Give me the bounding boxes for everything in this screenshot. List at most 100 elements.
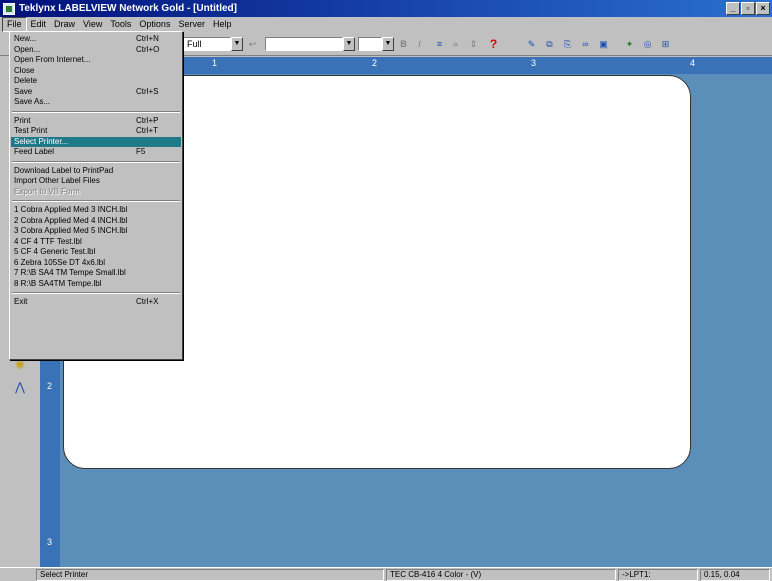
menu-item-shortcut: Ctrl+X xyxy=(136,297,159,306)
menu-separator xyxy=(12,160,180,163)
font-name-dropdown-arrow-icon[interactable]: ▼ xyxy=(343,37,355,51)
file-menu-item[interactable]: Save Ctrl+S xyxy=(11,87,181,98)
vruler-mark-3: 3 xyxy=(47,537,53,547)
pen-icon[interactable]: ✎ xyxy=(524,37,539,51)
file-menu-item[interactable]: Delete xyxy=(11,76,181,87)
help-button[interactable]: ? xyxy=(486,37,501,51)
font-size-field[interactable] xyxy=(358,37,382,51)
italic-button[interactable]: I xyxy=(412,37,427,51)
file-menu-item[interactable]: 5 CF 4 Generic Test.lbl xyxy=(11,247,181,258)
menu-item-label: Delete xyxy=(14,76,38,85)
gear-icon[interactable]: ✦ xyxy=(622,37,637,51)
hruler-mark-4: 4 xyxy=(690,58,696,68)
text-wide-icon[interactable]: » xyxy=(448,37,463,51)
file-menu-item[interactable]: Exit Ctrl+X xyxy=(11,297,181,308)
menu-item-shortcut: Ctrl+O xyxy=(136,44,160,54)
file-menu-item[interactable]: Test Print Ctrl+T xyxy=(11,126,181,137)
menu-item-label: Select Printer... xyxy=(14,136,69,146)
menu-item-label: 3 Cobra Applied Med 5 INCH.lbl xyxy=(14,226,128,235)
menu-item-shortcut: Ctrl+P xyxy=(136,115,159,125)
menu-item-label: Open... xyxy=(14,44,41,54)
menu-item-label: 1 Cobra Applied Med 3 INCH.lbl xyxy=(14,205,128,214)
menu-item-label: Close xyxy=(14,65,35,75)
hruler-mark-1: 1 xyxy=(212,58,218,68)
menu-item-label: Exit xyxy=(14,297,28,306)
menu-item-label: Download Label to PrintPad xyxy=(14,165,114,175)
menu-item-label: Save xyxy=(14,86,33,96)
title-bar[interactable]: Teklynx LABELVIEW Network Gold - [Untitl… xyxy=(0,0,772,17)
window-title: Teklynx LABELVIEW Network Gold - [Untitl… xyxy=(19,3,237,14)
file-menu-item[interactable]: 1 Cobra Applied Med 3 INCH.lbl xyxy=(11,205,181,216)
file-menu-item[interactable]: Open From Internet... xyxy=(11,55,181,66)
hruler-mark-2: 2 xyxy=(372,58,378,68)
status-coordinates: 0.15, 0.04 xyxy=(700,569,770,581)
menu-item-label: 5 CF 4 Generic Test.lbl xyxy=(14,247,96,256)
print-preview-icon[interactable]: ⊞ xyxy=(658,37,673,51)
menu-item-label: 6 Zebra 105Se DT 4x6.lbl xyxy=(14,257,106,267)
status-printer: TEC CB-416 4 Color - (V) xyxy=(386,569,616,581)
align-left-icon[interactable]: ≡ xyxy=(432,37,447,51)
text-tall-icon[interactable]: ⇕ xyxy=(466,37,481,51)
file-menu-item[interactable]: 7 R:\B SA4 TM Tempe Small.lbl xyxy=(11,268,181,279)
font-size-dropdown-arrow-icon[interactable]: ▼ xyxy=(382,37,394,51)
bold-button[interactable]: B xyxy=(396,37,411,51)
undo-icon[interactable]: ↩ xyxy=(245,37,260,51)
menu-options[interactable]: Options xyxy=(135,17,174,32)
file-menu-item[interactable]: 2 Cobra Applied Med 4 INCH.lbl xyxy=(11,216,181,227)
menu-separator xyxy=(12,110,180,113)
link-icon[interactable]: ∞ xyxy=(578,37,593,51)
app-icon[interactable] xyxy=(3,2,15,15)
menu-item-shortcut: Ctrl+N xyxy=(136,34,159,43)
menu-item-label: Feed Label xyxy=(14,147,55,156)
menu-item-label: 7 R:\B SA4 TM Tempe Small.lbl xyxy=(14,268,126,277)
minimize-button[interactable]: _ xyxy=(726,2,740,15)
menu-item-label: Print xyxy=(14,115,31,125)
status-port: ->LPT1: xyxy=(618,569,698,581)
menu-edit[interactable]: Edit xyxy=(27,17,51,32)
menu-help[interactable]: Help xyxy=(209,17,236,32)
menu-draw[interactable]: Draw xyxy=(50,17,79,32)
file-menu-item[interactable]: 4 CF 4 TTF Test.lbl xyxy=(11,237,181,248)
menu-separator xyxy=(12,200,180,202)
file-menu-item[interactable]: Feed Label F5 xyxy=(11,147,181,158)
file-menu-item[interactable]: Import Other Label Files xyxy=(11,176,181,187)
file-menu-item[interactable]: 3 Cobra Applied Med 5 INCH.lbl xyxy=(11,226,181,237)
menu-item-label: New... xyxy=(14,34,37,43)
menu-server[interactable]: Server xyxy=(174,17,209,32)
menu-item-shortcut: Ctrl+S xyxy=(136,86,159,96)
file-menu-item[interactable]: Select Printer... xyxy=(11,136,181,147)
copy-icon[interactable]: ⧉ xyxy=(542,37,557,51)
file-menu-item[interactable]: New... Ctrl+N xyxy=(11,34,181,45)
menu-item-shortcut: F5 xyxy=(136,147,146,156)
menu-tools[interactable]: Tools xyxy=(106,17,135,32)
menu-view[interactable]: View xyxy=(79,17,106,32)
file-menu-item: Export to VB Form xyxy=(11,187,181,198)
menu-item-label: Save As... xyxy=(14,97,51,106)
file-menu-item[interactable]: Save As... xyxy=(11,97,181,108)
hruler-mark-3: 3 xyxy=(531,58,537,68)
menu-item-label: Test Print xyxy=(14,126,48,135)
menu-file[interactable]: File xyxy=(2,17,27,32)
status-bar: Select Printer TEC CB-416 4 Color - (V) … xyxy=(0,567,772,581)
paste-icon[interactable]: ⎘ xyxy=(560,37,575,51)
file-menu-item[interactable]: Close xyxy=(11,66,181,77)
menu-item-label: Export to VB Form xyxy=(14,186,80,196)
font-name-field[interactable] xyxy=(265,37,343,51)
database-icon[interactable]: ◎ xyxy=(640,37,655,51)
file-menu-dropdown: New... Ctrl+N Open... Ctrl+O Open From Inter… xyxy=(9,31,183,360)
menu-bar: File Edit Draw View Tools Options Server… xyxy=(0,17,772,32)
file-menu-item[interactable]: Download Label to PrintPad xyxy=(11,166,181,177)
file-menu-item[interactable]: Open... Ctrl+O xyxy=(11,45,181,56)
status-hint: Select Printer xyxy=(36,569,384,581)
menu-item-label: 8 R:\B SA4TM Tempe.lbl xyxy=(14,278,102,288)
zoom-select[interactable]: Full xyxy=(183,37,231,51)
file-menu-item[interactable]: Print Ctrl+P xyxy=(11,116,181,127)
menu-item-label: 2 Cobra Applied Med 4 INCH.lbl xyxy=(14,215,128,225)
file-menu-item[interactable]: 8 R:\B SA4TM Tempe.lbl xyxy=(11,279,181,290)
line-tool-icon[interactable]: ⋀ xyxy=(12,379,28,395)
zoom-dropdown-arrow-icon[interactable]: ▼ xyxy=(231,37,243,51)
restore-button[interactable]: ▫ xyxy=(741,2,755,15)
printer-icon[interactable]: ▣ xyxy=(596,37,611,51)
file-menu-item[interactable]: 6 Zebra 105Se DT 4x6.lbl xyxy=(11,258,181,269)
close-button[interactable]: × xyxy=(756,2,770,15)
